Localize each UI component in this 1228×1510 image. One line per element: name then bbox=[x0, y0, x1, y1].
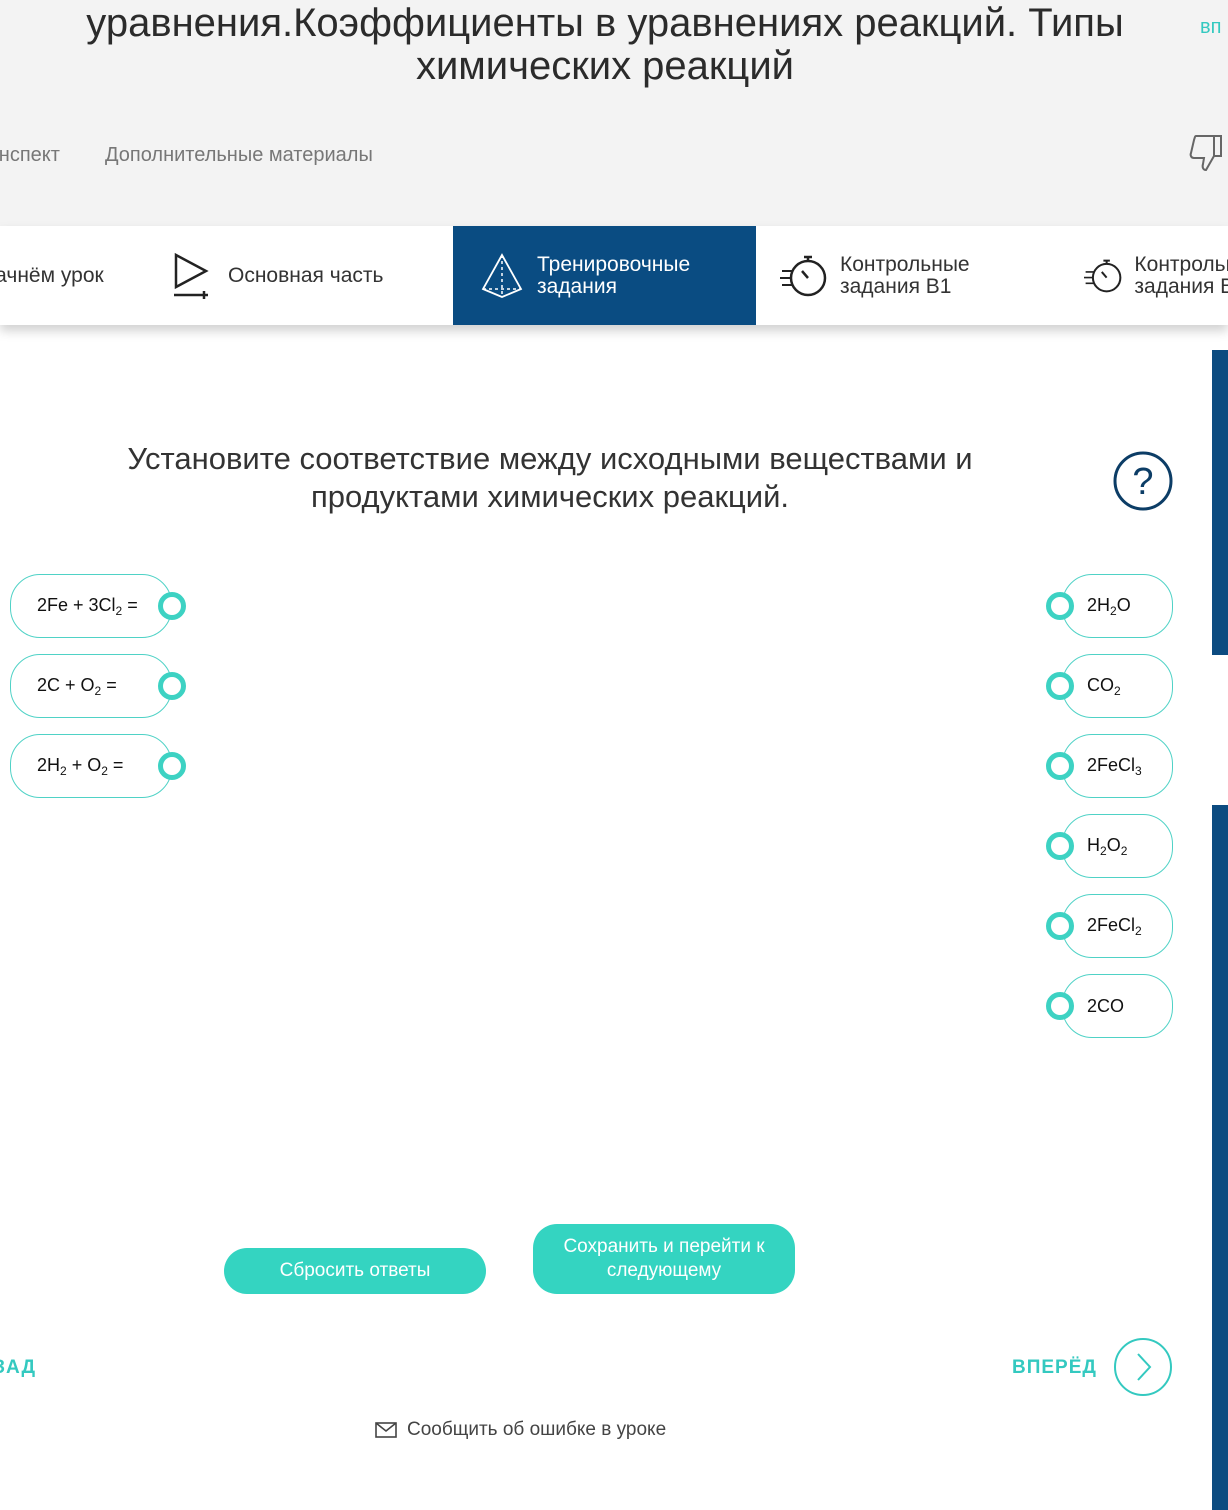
right-connector-handle[interactable] bbox=[1046, 912, 1074, 940]
tab-label: Контрольные задания В2 bbox=[1134, 252, 1228, 298]
help-icon[interactable]: ? bbox=[1112, 450, 1174, 512]
back-link-clip: НАЗАД bbox=[0, 1357, 36, 1387]
side-strip-gap bbox=[1212, 655, 1228, 805]
save-next-button[interactable]: Сохранить и перейти к следующему bbox=[533, 1224, 795, 1294]
stopwatch-icon bbox=[780, 255, 827, 296]
tab-label: Основная часть bbox=[228, 263, 384, 287]
product-formula: 2FeCl2 bbox=[1087, 914, 1142, 938]
reset-answers-button[interactable]: Сбросить ответы bbox=[224, 1248, 486, 1294]
tab-label: Начнём урок bbox=[0, 263, 104, 287]
reactant-formula: 2Fe + 3Cl2 = bbox=[37, 594, 138, 618]
side-scroll-strip bbox=[1212, 350, 1228, 1510]
tab-control-b2[interactable]: Контрольные задания В2 bbox=[1084, 226, 1228, 325]
left-connector-handle[interactable] bbox=[158, 672, 186, 700]
back-link[interactable]: НАЗАД bbox=[0, 1357, 36, 1379]
left-reactant-card[interactable]: 2H2 + O2 = bbox=[10, 734, 172, 798]
left-reactant-card[interactable]: 2C + O2 = bbox=[10, 654, 172, 718]
left-reactant-card[interactable]: 2Fe + 3Cl2 = bbox=[10, 574, 172, 638]
product-formula: 2FeCl3 bbox=[1087, 754, 1142, 778]
task-question: Установите соответствие между исходными … bbox=[127, 441, 973, 514]
right-connector-handle[interactable] bbox=[1046, 992, 1074, 1020]
play-icon bbox=[174, 252, 209, 299]
left-connector-handle[interactable] bbox=[158, 592, 186, 620]
product-formula: H2O2 bbox=[1087, 834, 1128, 858]
product-formula: 2CO bbox=[1087, 995, 1125, 1016]
tab-label: Контрольные задания В1 bbox=[840, 252, 970, 298]
right-connector-handle[interactable] bbox=[1046, 752, 1074, 780]
right-connector-handle[interactable] bbox=[1046, 832, 1074, 860]
lesson-tabs: Начнём урок Основная часть Тренировочные… bbox=[0, 226, 1228, 325]
right-connector-handle[interactable] bbox=[1046, 672, 1074, 700]
mail-icon bbox=[375, 1422, 397, 1438]
product-formula: CO2 bbox=[1087, 674, 1121, 698]
subnav-konspekt[interactable]: Конспект bbox=[0, 144, 60, 167]
subnav-additional-materials[interactable]: Дополнительные материалы bbox=[105, 144, 373, 167]
svg-text:?: ? bbox=[1132, 461, 1153, 503]
right-product-card[interactable]: H2O2 bbox=[1062, 814, 1173, 878]
tab-start-lesson[interactable]: Начнём урок bbox=[0, 226, 130, 325]
reactant-formula: 2C + O2 = bbox=[37, 674, 117, 698]
lesson-title: уравнения.Коэффициенты в уравнениях реак… bbox=[86, 1, 1124, 88]
tab-label: Тренировочные задания bbox=[537, 252, 691, 298]
right-connector-handle[interactable] bbox=[1046, 592, 1074, 620]
right-product-card[interactable]: 2H2O bbox=[1062, 574, 1173, 638]
report-error-label: Сообщить об ошибке в уроке bbox=[407, 1419, 667, 1440]
forward-arrow-icon[interactable] bbox=[1113, 1337, 1173, 1397]
pyramid-icon bbox=[481, 252, 523, 298]
lesson-header: уравнения.Коэффициенты в уравнениях реак… bbox=[0, 0, 1228, 226]
reactant-formula: 2H2 + O2 = bbox=[37, 754, 124, 778]
left-connector-handle[interactable] bbox=[158, 752, 186, 780]
tab-control-b1[interactable]: Контрольные задания В1 bbox=[780, 226, 1060, 325]
tab-training-tasks[interactable]: Тренировочные задания bbox=[453, 226, 756, 325]
right-product-card[interactable]: CO2 bbox=[1062, 654, 1173, 718]
report-error-link[interactable]: Сообщить об ошибке в уроке bbox=[375, 1419, 666, 1441]
top-right-link[interactable]: вп bbox=[1200, 16, 1221, 39]
right-product-card[interactable]: 2FeCl2 bbox=[1062, 894, 1173, 958]
forward-link[interactable]: ВПЕРЁД bbox=[1012, 1357, 1097, 1379]
right-product-card[interactable]: 2CO bbox=[1062, 974, 1173, 1038]
thumbs-down-icon[interactable] bbox=[1188, 132, 1224, 172]
right-product-card[interactable]: 2FeCl3 bbox=[1062, 734, 1173, 798]
tab-main-part[interactable]: Основная часть bbox=[168, 226, 453, 325]
product-formula: 2H2O bbox=[1087, 594, 1131, 618]
stopwatch-icon bbox=[1084, 259, 1122, 292]
